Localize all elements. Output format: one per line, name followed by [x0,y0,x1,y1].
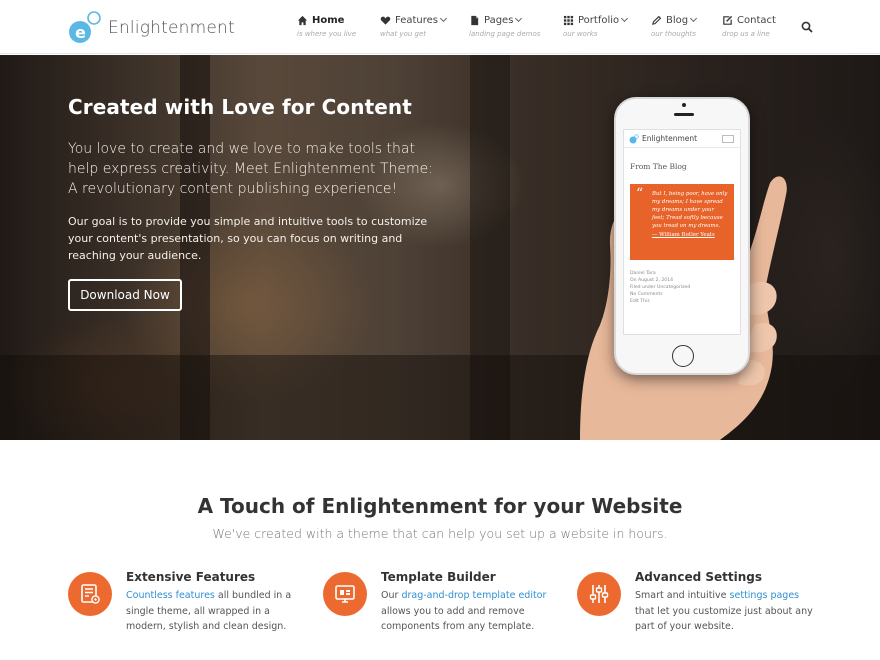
nav-item-pages[interactable]: Pages landing page demos [469,13,563,38]
nav-label-pages: Pages [484,14,514,26]
main-nav: Home is where you live Features what you… [297,13,792,38]
feature-template-builder: Template Builder Our drag-and-drop templ… [323,570,553,650]
grid-icon [563,15,574,25]
feature-text: Our drag-and-drop template editor allows… [381,588,567,635]
feature-text: Countless features all bundled in a sing… [126,588,312,635]
feature-advanced-settings: Advanced Settings Smart and intuitive se… [577,570,813,650]
nav-sub-home: is where you live [297,30,357,38]
section-subtitle: We've created with a theme that can help… [212,526,668,541]
phone-quote-author-name: William Butler Yeats [659,232,715,238]
nav-item-contact[interactable]: Contact drop us a line [722,13,792,39]
nav-label-portfolio: Portfolio [578,14,620,26]
nav-item-features[interactable]: Features what you get [380,13,469,38]
feature-title: Advanced Settings [635,570,763,584]
svg-text:e: e [75,23,86,42]
search-icon[interactable] [800,20,814,34]
phone-screen-header: Enlightenment [624,130,740,148]
feature-extensive: Extensive Features Countless features al… [68,570,298,650]
site-logo[interactable]: e Enlightenment [68,10,235,46]
feature-title: Template Builder [381,570,496,584]
nav-sub-contact: drop us a line [722,30,770,38]
phone-brand: Enlightenment [642,134,698,143]
phone-quote-card: “ But I, being poor, have only my dreams… [630,184,734,260]
phone-mockup: Enlightenment From The Blog “ But I, bei… [614,97,750,375]
sliders-icon [577,572,621,616]
feature-text-pre: Smart and intuitive [635,590,730,601]
list-settings-icon [68,572,112,616]
hero-section: Created with Love for Content You love t… [0,55,880,440]
nav-sub-features: what you get [380,30,427,38]
quote-icon: “ [636,186,644,202]
meta-edit: Edit This [630,299,650,304]
phone-post-meta: Daniel Tara On August 2, 2014 Filed unde… [630,270,740,305]
meta-category: Filed under Uncategorized [630,285,691,290]
countless-features-link[interactable]: Countless features [126,590,215,601]
phone-screen: Enlightenment From The Blog “ But I, bei… [623,129,741,335]
home-icon [297,15,308,25]
nav-label-features: Features [395,14,438,26]
hamburger-icon [722,135,734,143]
nav-label-home: Home [312,14,345,26]
phone-quote-text: But I, being poor, have only my dreams; … [652,191,728,229]
meta-comments: No Comments [630,292,663,297]
meta-author: Daniel Tara [630,271,656,276]
template-editor-link[interactable]: drag-and-drop template editor [401,590,546,601]
page-icon [471,15,479,25]
hero-lead: You love to create and we love to make t… [68,141,433,197]
meta-date: On August 2, 2014 [630,278,674,283]
camera-icon [682,103,686,107]
phone-section-title: From The Blog [630,162,687,171]
nav-label-contact: Contact [737,14,776,26]
hero-title: Created with Love for Content [68,95,412,119]
hero-body: Our goal is to provide you simple and in… [68,215,428,262]
nav-item-home[interactable]: Home is where you live [297,13,380,39]
nav-item-blog[interactable]: Blog our thoughts [651,13,722,38]
speaker-grill [674,113,694,116]
logo-icon: e [69,11,101,43]
section-title: A Touch of Enlightenment for your Websit… [197,494,683,518]
chevron-down-icon [621,14,629,22]
chevron-down-icon [690,14,698,22]
feature-text-rest: that let you customize just about any pa… [635,605,813,633]
feature-title: Extensive Features [126,570,256,584]
nav-sub-portfolio: our works [563,30,598,38]
nav-label-blog: Blog [666,14,689,26]
logo-icon [629,133,639,143]
pencil-icon [652,15,662,25]
monitor-icon [323,572,367,616]
home-button [672,345,694,367]
phone-quote-author: — William Butler Yeats [652,232,715,238]
chevron-down-icon [515,14,523,22]
feature-text: Smart and intuitive settings pages that … [635,588,821,635]
site-header: e Enlightenment Home is where you live F… [0,0,880,54]
logo-text: Enlightenment [108,18,235,38]
heart-icon [380,16,391,25]
nav-item-portfolio[interactable]: Portfolio our works [563,13,651,38]
feature-text-rest: allows you to add and remove components … [381,605,535,633]
edit-icon [723,15,733,25]
nav-sub-blog: our thoughts [651,30,696,38]
settings-pages-link[interactable]: settings pages [730,590,800,601]
chevron-down-icon [439,14,448,22]
nav-sub-pages: landing page demos [469,30,541,38]
feature-text-pre: Our [381,590,402,601]
download-now-button[interactable]: Download Now [68,279,182,311]
